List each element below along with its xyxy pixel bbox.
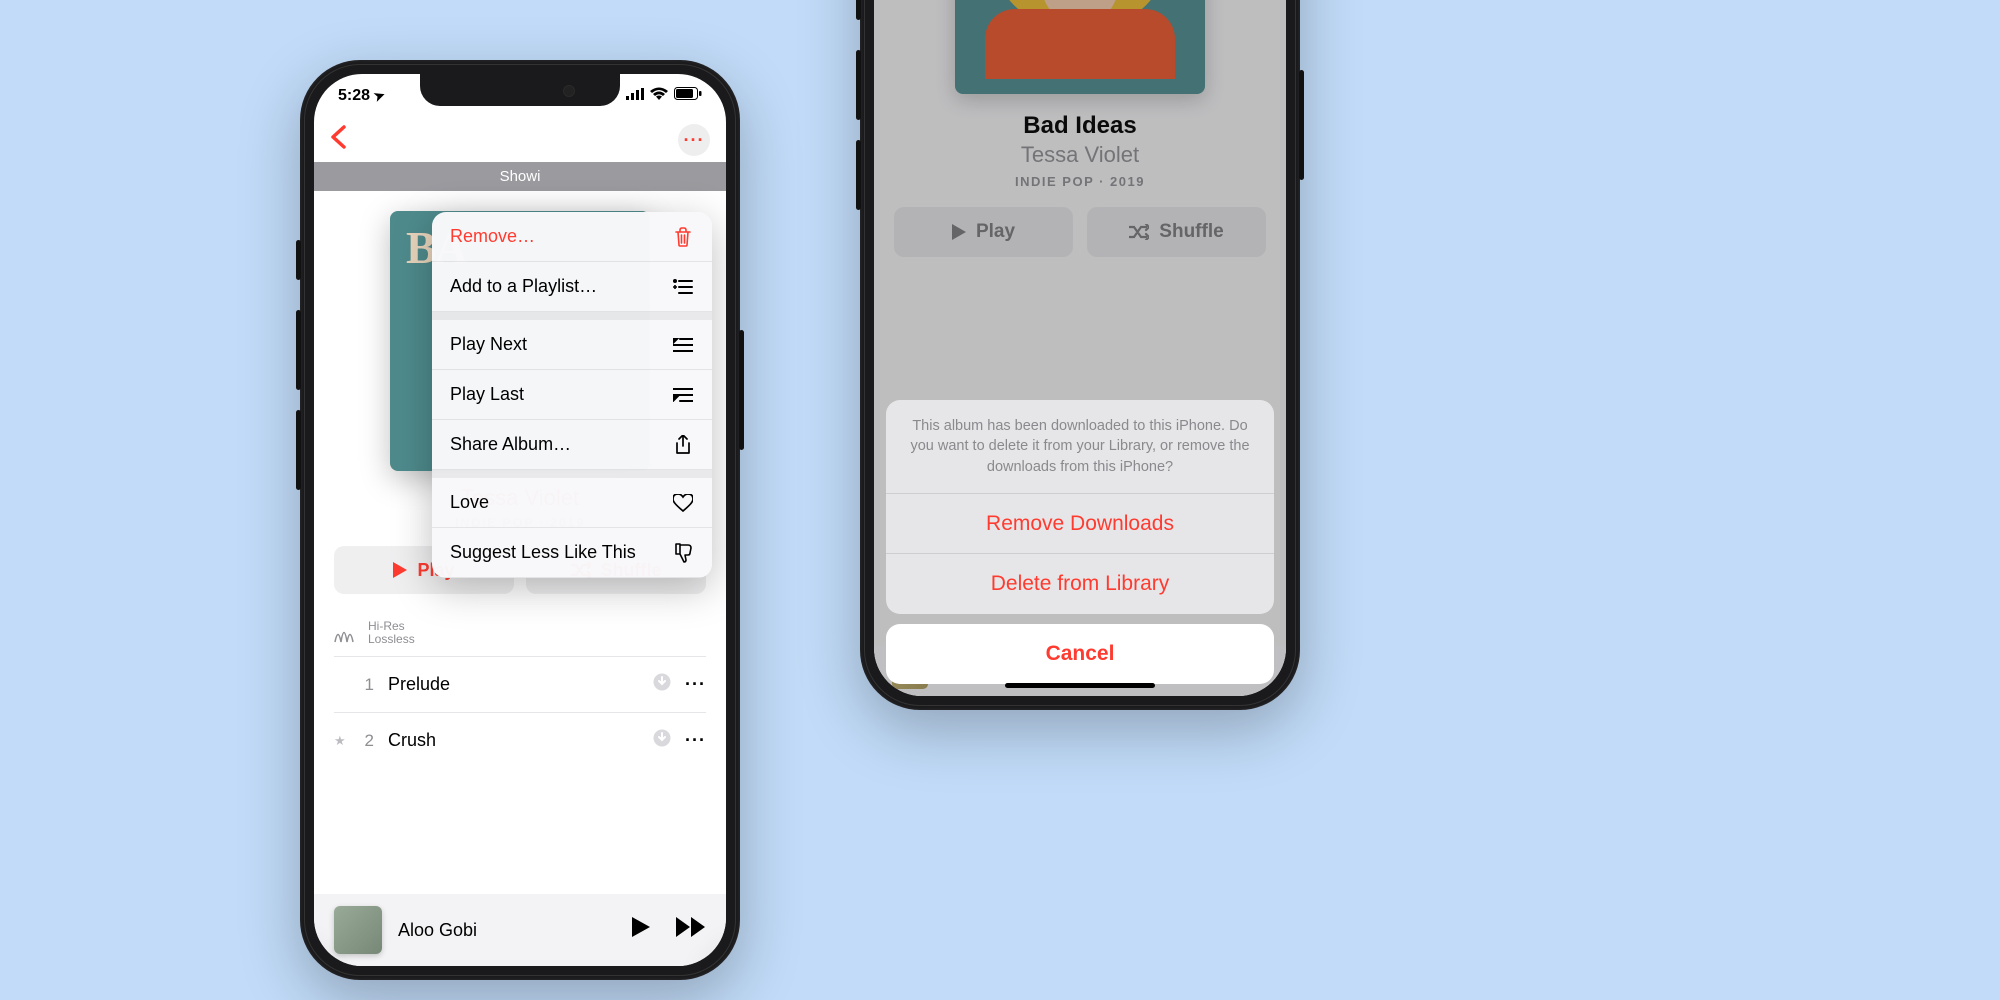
more-button[interactable]: ··· bbox=[678, 124, 710, 156]
context-menu: Remove… Add to a Playlist… Play Next Pla bbox=[432, 212, 712, 578]
heart-icon bbox=[672, 494, 694, 512]
library-banner: Showi bbox=[314, 162, 726, 191]
menu-add-playlist[interactable]: Add to a Playlist… bbox=[432, 262, 712, 312]
battery-icon bbox=[674, 87, 702, 105]
phone-right: Tessa Violet BAD IDEAS Bad Ideas Tessa V… bbox=[860, 0, 1300, 710]
nav-bar: ··· bbox=[314, 118, 726, 162]
cellular-icon bbox=[626, 87, 644, 105]
side-button bbox=[296, 240, 301, 280]
delete-from-library-button[interactable]: Delete from Library bbox=[886, 554, 1274, 614]
audio-quality-badge: Hi-Res Lossless bbox=[314, 610, 726, 656]
location-icon: ➤ bbox=[372, 87, 388, 106]
track-more-icon[interactable]: ··· bbox=[685, 730, 706, 751]
play-next-icon bbox=[672, 338, 694, 352]
lossless-icon bbox=[334, 622, 360, 644]
action-sheet: This album has been downloaded to this i… bbox=[886, 400, 1274, 684]
track-list: 1 Prelude ··· ★ 2 Crush ··· bbox=[314, 656, 726, 768]
cancel-button[interactable]: Cancel bbox=[886, 624, 1274, 684]
menu-share[interactable]: Share Album… bbox=[432, 420, 712, 470]
download-icon[interactable] bbox=[653, 729, 671, 752]
volume-down-button bbox=[296, 410, 301, 490]
phone-left: 5:28 ➤ ··· Showi bbox=[300, 60, 740, 980]
track-title: Prelude bbox=[388, 674, 653, 695]
menu-love[interactable]: Love bbox=[432, 478, 712, 528]
star-icon: ★ bbox=[334, 733, 352, 749]
track-row[interactable]: ★ 2 Crush ··· bbox=[334, 712, 706, 768]
track-title: Crush bbox=[388, 730, 653, 751]
menu-play-last[interactable]: Play Last bbox=[432, 370, 712, 420]
track-number: 1 bbox=[352, 675, 374, 695]
remove-downloads-button[interactable]: Remove Downloads bbox=[886, 494, 1274, 554]
track-number: 2 bbox=[352, 731, 374, 751]
thumbs-down-icon bbox=[672, 543, 694, 563]
volume-down-button bbox=[856, 140, 861, 210]
trash-icon bbox=[672, 227, 694, 247]
menu-suggest-less[interactable]: Suggest Less Like This bbox=[432, 528, 712, 578]
playlist-add-icon bbox=[672, 279, 694, 295]
home-indicator[interactable] bbox=[1005, 683, 1155, 688]
volume-up-button bbox=[296, 310, 301, 390]
power-button bbox=[739, 330, 744, 450]
menu-remove[interactable]: Remove… bbox=[432, 212, 712, 262]
now-playing-bar[interactable]: Aloo Gobi bbox=[314, 894, 726, 966]
play-control-icon[interactable] bbox=[632, 917, 650, 943]
volume-up-button bbox=[856, 50, 861, 120]
track-more-icon[interactable]: ··· bbox=[685, 674, 706, 695]
download-icon[interactable] bbox=[653, 673, 671, 696]
menu-play-next[interactable]: Play Next bbox=[432, 320, 712, 370]
play-last-icon bbox=[672, 388, 694, 402]
now-playing-artwork bbox=[334, 906, 382, 954]
play-icon bbox=[393, 562, 407, 578]
track-row[interactable]: 1 Prelude ··· bbox=[334, 656, 706, 712]
notch bbox=[420, 74, 620, 106]
side-button bbox=[856, 0, 861, 20]
sheet-message: This album has been downloaded to this i… bbox=[886, 400, 1274, 494]
status-time: 5:28 bbox=[338, 87, 370, 105]
back-button[interactable] bbox=[330, 124, 346, 156]
forward-control-icon[interactable] bbox=[676, 917, 706, 943]
wifi-icon bbox=[650, 87, 668, 105]
share-icon bbox=[672, 435, 694, 455]
power-button bbox=[1299, 70, 1304, 180]
now-playing-title: Aloo Gobi bbox=[398, 920, 616, 941]
